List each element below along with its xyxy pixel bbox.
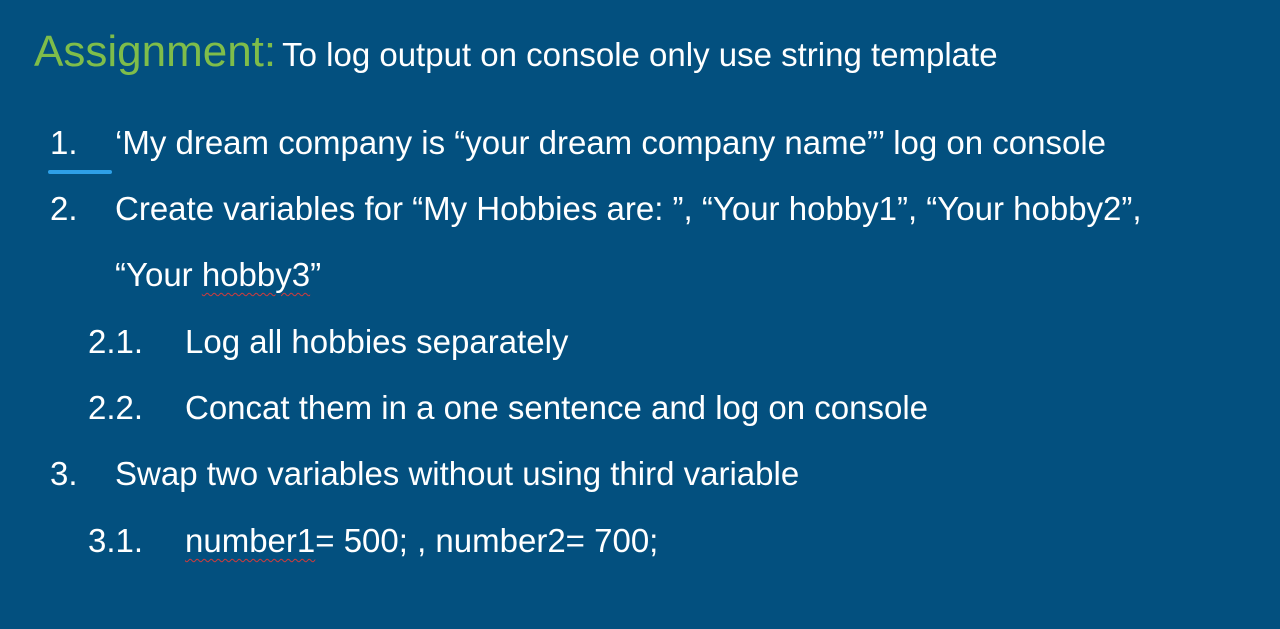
list-number: 2.1. [88, 323, 144, 360]
list-text-rest: = 500; , number2= 700; [315, 522, 659, 559]
list-text: Swap two variables without using third v… [115, 455, 800, 492]
list-text: ‘My dream company is “your dream company… [115, 124, 1107, 161]
assignment-label: Assignment: [34, 27, 277, 76]
list-text: number1= 500; , number2= 700; [185, 524, 658, 557]
list-text: Log all hobbies separately [185, 323, 569, 360]
list-number: 1. [50, 124, 78, 161]
list-text: Create variables for “My Hobbies are: ”,… [115, 190, 1142, 227]
selection-indicator [48, 170, 112, 174]
list-number: 3.1. [88, 522, 144, 559]
list-text-continuation: “Your hobby3” [115, 258, 321, 291]
list-number: 2.2. [88, 389, 144, 426]
list-number: 3. [50, 455, 78, 492]
slide-title: Assignment: To log output on console only… [34, 30, 998, 74]
list-number: 2. [50, 190, 78, 227]
assignment-instructions: To log output on console only use string… [282, 36, 998, 73]
slide: Assignment: To log output on console only… [0, 0, 1280, 629]
spellcheck-flagged-word: hobby3 [201, 256, 311, 293]
list-text: Concat them in a one sentence and log on… [185, 389, 929, 426]
spellcheck-flagged-word: number1 [185, 522, 316, 559]
continuation-suffix: ” [310, 256, 322, 293]
continuation-prefix: “Your [115, 256, 202, 293]
